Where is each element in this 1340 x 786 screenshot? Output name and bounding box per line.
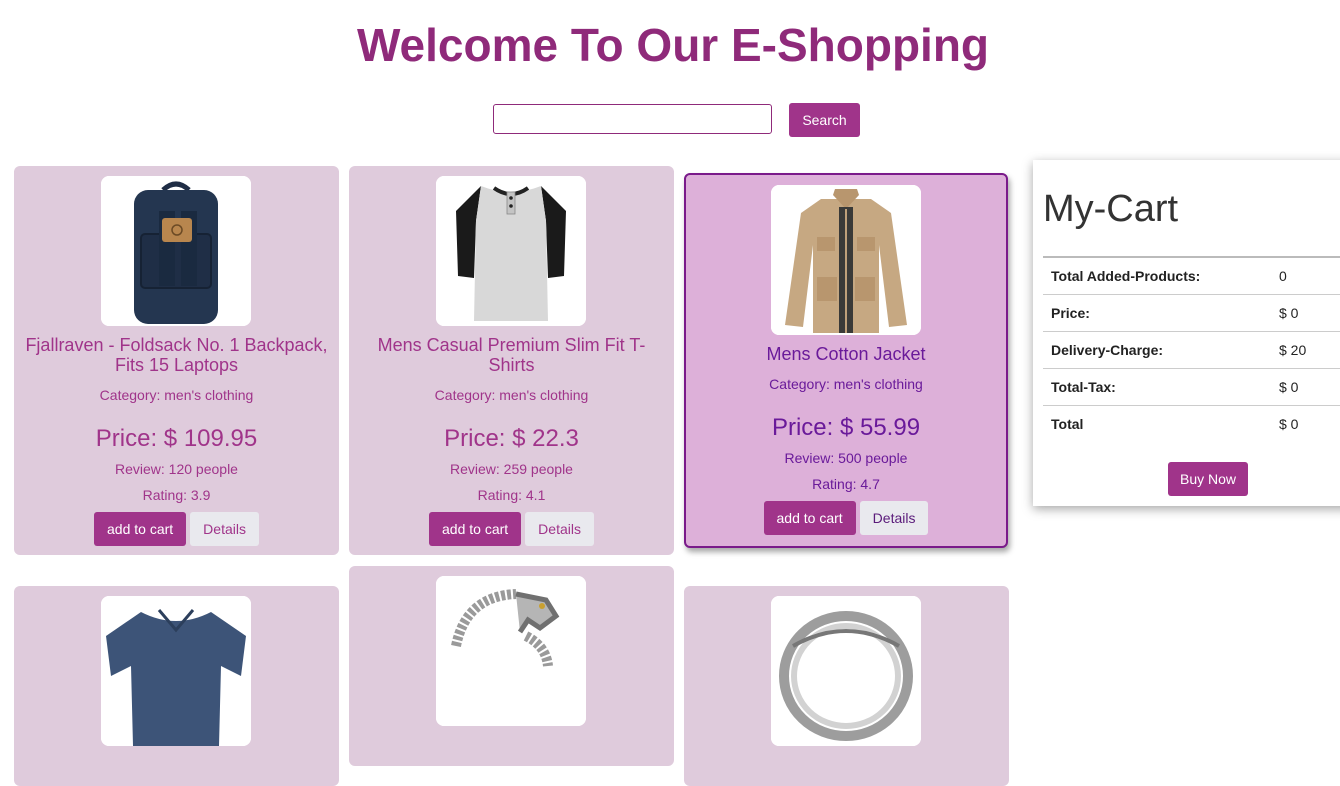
product-card xyxy=(684,586,1009,786)
product-category: Category: men's clothing xyxy=(99,387,254,403)
product-card: Mens Casual Premium Slim Fit T-Shirts Ca… xyxy=(349,166,674,555)
cart-row: Total-Tax: $ 0 xyxy=(1043,368,1340,406)
backpack-icon xyxy=(101,176,251,326)
product-rating: Rating: 4.1 xyxy=(477,487,546,503)
product-review: Review: 120 people xyxy=(115,461,238,477)
product-category: Category: men's clothing xyxy=(769,376,923,392)
product-category: Category: men's clothing xyxy=(434,387,589,403)
product-review: Review: 259 people xyxy=(450,461,573,477)
cart-row-label: Total Added-Products: xyxy=(1043,256,1271,295)
product-card xyxy=(14,586,339,786)
tshirt-icon xyxy=(436,176,586,326)
product-review: Review: 500 people xyxy=(784,450,908,466)
cart-row-label: Total xyxy=(1043,405,1271,442)
cart-row-label: Delivery-Charge: xyxy=(1043,331,1271,369)
search-button[interactable]: Search xyxy=(789,103,860,137)
product-price: Price: $ 109.95 xyxy=(95,425,258,452)
product-rating: Rating: 4.7 xyxy=(812,476,880,492)
page-title: Welcome To Our E-Shopping xyxy=(356,19,990,71)
cart-row-label: Total-Tax: xyxy=(1043,368,1271,406)
cart-row-label: Price: xyxy=(1043,294,1271,332)
cart-row-value: 0 xyxy=(1271,256,1340,295)
search-input[interactable] xyxy=(493,104,772,134)
details-button[interactable]: Details xyxy=(859,501,929,535)
cart-title: My-Cart xyxy=(1043,188,1179,230)
cart-row: Total Added-Products: 0 xyxy=(1043,256,1340,295)
buy-now-button[interactable]: Buy Now xyxy=(1168,462,1248,496)
product-card xyxy=(349,566,674,766)
cart-row-value: $ 0 xyxy=(1271,368,1340,406)
cart-row: Price: $ 0 xyxy=(1043,294,1340,332)
product-name[interactable]: Mens Casual Premium Slim Fit T-Shirts xyxy=(357,335,666,375)
details-button[interactable]: Details xyxy=(525,512,594,546)
cart-row-value: $ 0 xyxy=(1271,405,1340,442)
product-card: Mens Cotton Jacket Category: men's cloth… xyxy=(684,173,1008,548)
details-button[interactable]: Details xyxy=(190,512,259,546)
cart-row-value: $ 0 xyxy=(1271,294,1340,332)
cart-panel: My-Cart Total Added-Products: 0 Price: $… xyxy=(1033,160,1340,506)
cart-row-value: $ 20 xyxy=(1271,331,1340,369)
cart-summary-table: Total Added-Products: 0 Price: $ 0 Deliv… xyxy=(1043,256,1340,442)
product-price: Price: $ 22.3 xyxy=(444,425,579,452)
product-name[interactable]: Mens Cotton Jacket xyxy=(694,344,998,364)
add-to-cart-button[interactable]: add to cart xyxy=(429,512,522,546)
product-name[interactable]: Fjallraven - Foldsack No. 1 Backpack, Fi… xyxy=(22,335,331,375)
cart-row: Delivery-Charge: $ 20 xyxy=(1043,331,1340,369)
ring-icon xyxy=(771,596,921,746)
bracelet-icon xyxy=(436,576,586,726)
jacket-icon xyxy=(771,185,921,335)
cart-row: Total $ 0 xyxy=(1043,405,1340,442)
product-price: Price: $ 55.99 xyxy=(771,414,921,441)
add-to-cart-button[interactable]: add to cart xyxy=(94,512,187,546)
product-rating: Rating: 3.9 xyxy=(142,487,211,503)
add-to-cart-button[interactable]: add to cart xyxy=(763,501,856,535)
product-card: Fjallraven - Foldsack No. 1 Backpack, Fi… xyxy=(14,166,339,555)
shirt-icon xyxy=(101,596,251,746)
